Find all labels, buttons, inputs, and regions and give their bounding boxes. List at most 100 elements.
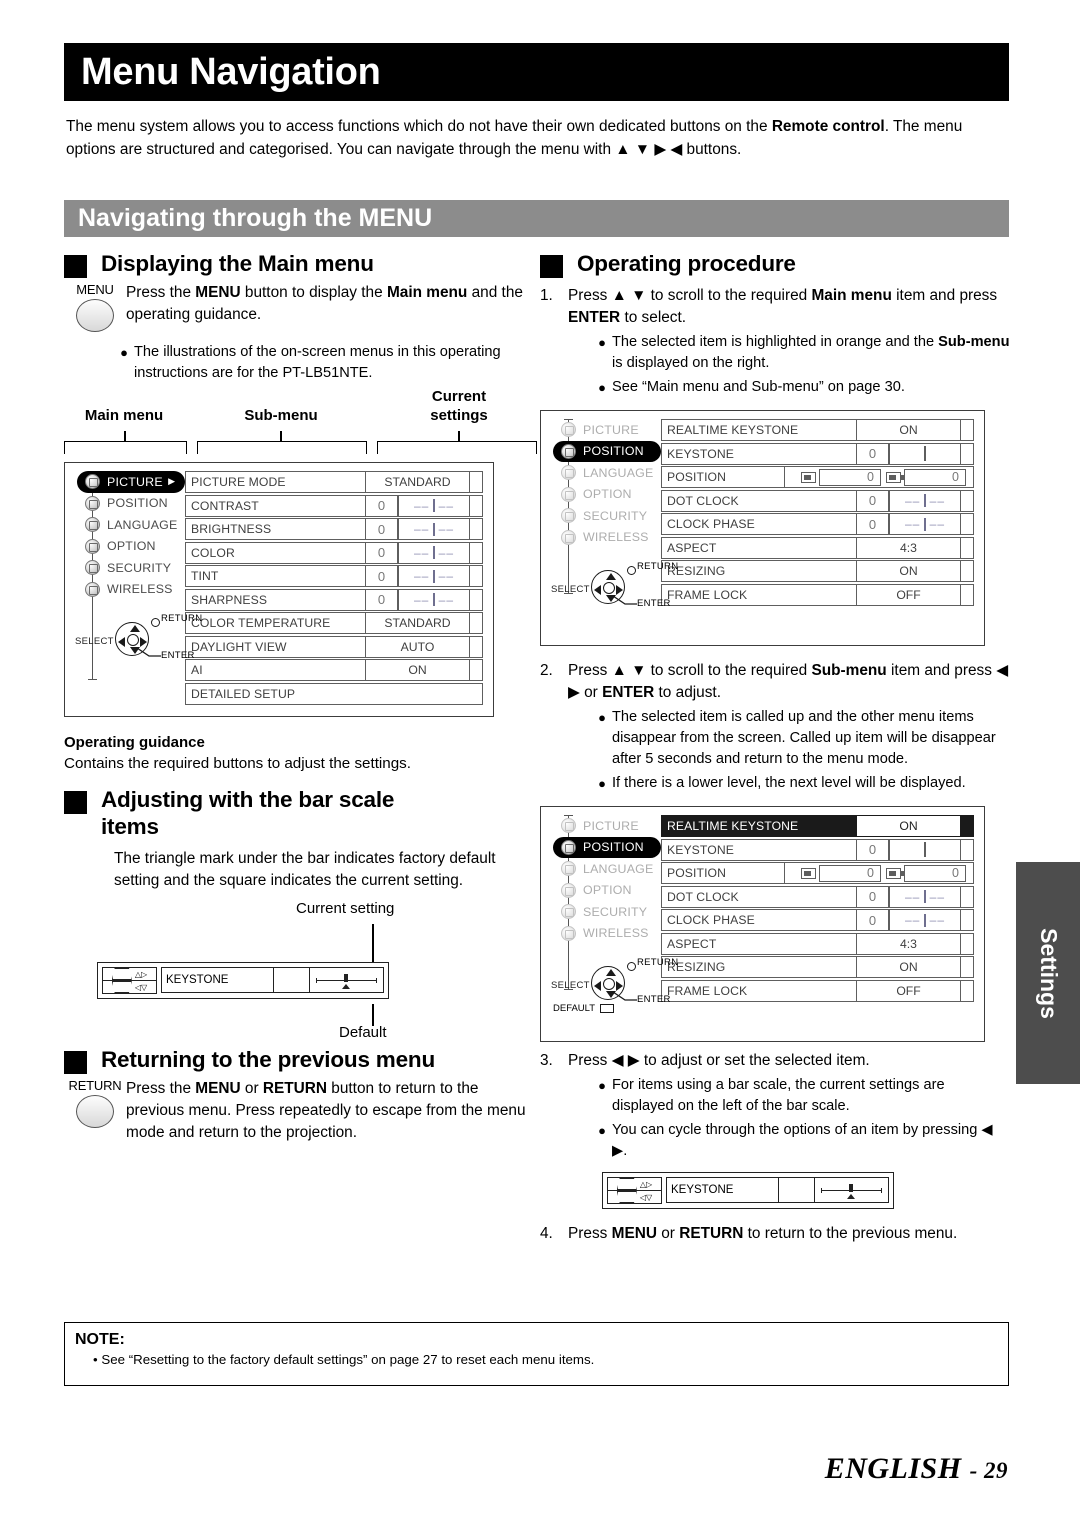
osd-row[interactable]: DAYLIGHT VIEW AUTO <box>185 635 483 658</box>
osd-row[interactable]: COLOR 0 –– –– <box>185 541 483 564</box>
return-label: RETURN <box>637 561 679 572</box>
osd-main-item-picture[interactable]: PICTURE <box>549 815 661 837</box>
return-button-circle-icon <box>76 1095 114 1128</box>
menu-button[interactable]: MENU <box>64 282 126 332</box>
row-number: 0 <box>365 495 397 516</box>
osd-row[interactable]: CONTRAST 0 –– –– <box>185 494 483 517</box>
row-bar-scale: –– –– <box>888 490 960 511</box>
osd-main-item-option[interactable]: OPTION <box>549 484 661 506</box>
osd-row[interactable]: POSITION 0 0 <box>661 862 974 884</box>
arrow-left-icon <box>593 980 601 991</box>
row-number: 0 <box>856 443 888 464</box>
operating-guidance-cluster: SELECT RETURN ENTER <box>551 558 678 620</box>
item-label: WIRELESS <box>107 582 173 597</box>
wireless-icon <box>561 925 576 941</box>
osd-row[interactable]: RESIZING ON <box>661 956 974 978</box>
osd-main-item-security[interactable]: SECURITY <box>73 557 185 579</box>
return-button[interactable]: RETURN <box>64 1078 126 1128</box>
select-label: SELECT <box>75 636 114 647</box>
note-item: • See “Resetting to the factory default … <box>93 1352 595 1367</box>
osd-main-item-security[interactable]: SECURITY <box>549 505 661 527</box>
osd-row[interactable]: POSITION 0 0 <box>661 466 974 488</box>
osd-row[interactable]: KEYSTONE 0 <box>661 442 974 465</box>
picture-icon <box>561 818 576 834</box>
list-item: ● For items using a bar scale, the curre… <box>592 1075 1010 1117</box>
osd-main-item-wireless[interactable]: WIRELESS <box>73 579 185 601</box>
osd-row[interactable]: TINT 0 –– –– <box>185 565 483 587</box>
step-number: 1. <box>540 287 553 304</box>
osd-submenu-table-position-a: REALTIME KEYSTONE ON KEYSTONE 0 POSITION 0… <box>661 419 974 620</box>
row-number: 0 <box>365 589 397 610</box>
page-footer: ENGLISH - 29 <box>825 1452 1008 1486</box>
osd-row[interactable]: ASPECT 4:3 <box>661 932 974 955</box>
keystone-bar-box: △▷ ◁▽ KEYSTONE <box>97 962 389 999</box>
row-label: POSITION <box>667 866 727 880</box>
osd-row[interactable]: CLOCK PHASE 0 –– –– <box>661 513 974 535</box>
row-label: BRIGHTNESS <box>191 522 272 536</box>
list-item: ● The illustrations of the on-screen men… <box>114 342 534 384</box>
osd-main-item-wireless[interactable]: WIRELESS <box>549 923 661 945</box>
osd-row[interactable]: FRAME LOCK OFF <box>661 583 974 606</box>
osd-row[interactable]: KEYSTONE 0 <box>661 838 974 861</box>
osd-row[interactable]: FRAME LOCK OFF <box>661 979 974 1002</box>
osd-row[interactable]: PICTURE MODE STANDARD <box>185 471 483 493</box>
osd-row[interactable]: COLOR TEMPERATURE STANDARD <box>185 612 483 634</box>
bullet-text: You can cycle through the options of an … <box>612 1122 993 1159</box>
enter-label: ENTER <box>161 650 195 661</box>
osd-main-item-wireless[interactable]: WIRELESS <box>549 527 661 549</box>
security-icon <box>85 560 100 576</box>
osd-main-item-position[interactable]: POSITION <box>73 493 185 515</box>
row-value: ON <box>856 561 960 581</box>
return-button-icon <box>151 618 160 627</box>
return-button-row: RETURN Press the MENU or RETURN button t… <box>64 1078 534 1144</box>
osd-main-item-language[interactable]: LANGUAGE <box>73 514 185 536</box>
row-bar-scale: –– –– <box>397 566 469 586</box>
osd-row[interactable]: DETAILED SETUP <box>185 682 483 705</box>
position-v-icon <box>886 471 904 483</box>
osd-row[interactable]: ASPECT 4:3 <box>661 536 974 559</box>
osd-row[interactable]: RESIZING ON <box>661 560 974 582</box>
osd-main-item-security[interactable]: SECURITY <box>549 901 661 923</box>
arrow-right-icon <box>139 636 147 647</box>
select-label: SELECT <box>551 584 590 595</box>
position-v-value: 0 <box>904 864 966 882</box>
left-column: Displaying the Main menu MENU Press the … <box>64 250 537 1144</box>
osd-main-item-position[interactable]: POSITION <box>553 836 661 858</box>
row-bar-scale: –– –– <box>888 910 960 930</box>
position-h-value: 0 <box>819 468 881 486</box>
row-label: KEYSTONE <box>667 446 734 461</box>
osd-row-highlighted[interactable]: REALTIME KEYSTONE ON <box>661 815 974 837</box>
heading-operating-procedure: Operating procedure <box>540 250 1010 278</box>
wireless-icon <box>561 529 576 545</box>
osd-row[interactable]: BRIGHTNESS 0 –– –– <box>185 518 483 540</box>
arrow-left-icon <box>117 636 125 647</box>
osd-row[interactable]: DOT CLOCK 0 –– –– <box>661 885 974 908</box>
osd-main-item-option[interactable]: OPTION <box>549 880 661 902</box>
step-4: 4. Press MENU or RETURN to return to the… <box>540 1223 1010 1245</box>
osd-row[interactable]: DOT CLOCK 0 –– –– <box>661 489 974 512</box>
callout-current-setting: Current setting <box>296 900 395 917</box>
osd-main-item-position[interactable]: POSITION <box>553 440 661 462</box>
bullet-text: See “Main menu and Sub-menu” on page 30. <box>612 379 905 395</box>
osd-main-item-picture[interactable]: PICTURE ▶ <box>77 471 185 493</box>
keystone-scale <box>309 968 383 992</box>
osd-row[interactable]: SHARPNESS 0 –– –– <box>185 588 483 611</box>
osd-main-item-language[interactable]: LANGUAGE <box>549 462 661 484</box>
option-icon <box>85 538 100 554</box>
step-number: 2. <box>540 662 553 679</box>
osd-row[interactable]: REALTIME KEYSTONE ON <box>661 419 974 441</box>
enter-center-icon <box>603 582 615 594</box>
osd-main-item-language[interactable]: LANGUAGE <box>549 858 661 880</box>
menu-button-description: Press the MENU button to display the Mai… <box>126 284 523 323</box>
bullet-dot-icon: ● <box>598 1078 606 1093</box>
osd-row[interactable]: AI ON <box>185 659 483 681</box>
bullet-square-icon <box>64 791 87 814</box>
keystone-up-icon: △▷ <box>103 968 156 980</box>
step-text: Press ▲ ▼ to scroll to the required Main… <box>568 287 998 326</box>
enter-label: ENTER <box>637 598 671 609</box>
keystone-row: KEYSTONE <box>666 1177 889 1203</box>
osd-main-item-picture[interactable]: PICTURE <box>549 419 661 441</box>
osd-main-item-option[interactable]: OPTION <box>73 536 185 558</box>
item-label: PICTURE <box>583 422 639 437</box>
osd-row[interactable]: CLOCK PHASE 0 –– –– <box>661 909 974 931</box>
